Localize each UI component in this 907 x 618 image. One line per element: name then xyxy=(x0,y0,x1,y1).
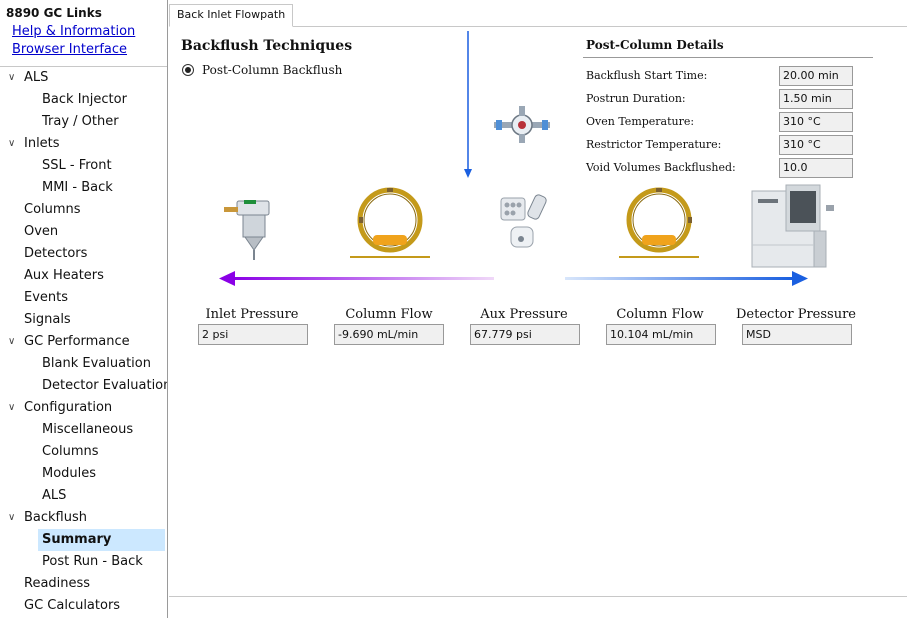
aux-module-icon xyxy=(500,194,547,248)
column-flow-field-1[interactable]: -9.690 mL/min xyxy=(334,324,444,345)
valve-icon xyxy=(494,106,550,143)
flowpath-diagram xyxy=(219,31,834,286)
tab-bar: Back Inlet Flowpath xyxy=(169,0,907,27)
sidebar-item-columns[interactable]: Columns xyxy=(0,199,167,221)
column-flow-field-2[interactable]: 10.104 mL/min xyxy=(606,324,716,345)
column-flow-label: Column Flow xyxy=(616,307,704,322)
sidebar-item-tray-other[interactable]: Tray / Other xyxy=(0,111,167,133)
help-information-link[interactable]: Help & Information xyxy=(12,23,161,41)
chevron-down-icon[interactable]: ∨ xyxy=(8,67,15,89)
sidebar-item-signals[interactable]: Signals xyxy=(0,309,167,331)
detector-pressure-field[interactable]: MSD xyxy=(742,324,852,345)
sidebar-item-configuration[interactable]: ∨ Configuration xyxy=(0,397,167,419)
sidebar-item-detector-evaluation[interactable]: Detector Evaluation xyxy=(0,375,167,397)
flowpath-content: Backflush Techniques Post-Column Backflu… xyxy=(169,27,907,597)
nav-tree: ∨ ALS Back Injector Tray / Other ∨ Inlets … xyxy=(0,67,167,617)
sidebar-item-miscellaneous[interactable]: Miscellaneous xyxy=(0,419,167,441)
sidebar-item-als[interactable]: ∨ ALS xyxy=(0,67,167,89)
right-flow-arrow-icon xyxy=(565,271,808,286)
inlet-pressure-label: Inlet Pressure xyxy=(205,307,299,322)
left-flow-arrow-icon xyxy=(219,271,494,286)
sidebar-item-detectors[interactable]: Detectors xyxy=(0,243,167,265)
sidebar-title: 8890 GC Links xyxy=(6,6,102,20)
column-icon xyxy=(350,187,430,258)
chevron-down-icon[interactable]: ∨ xyxy=(8,133,15,155)
aux-pressure-label: Aux Pressure xyxy=(480,307,568,322)
sidebar: 8890 GC Links Help & Information Browser… xyxy=(0,0,168,618)
sidebar-item-config-als[interactable]: ALS xyxy=(0,485,167,507)
down-arrow-icon xyxy=(464,31,472,178)
chevron-down-icon[interactable]: ∨ xyxy=(8,397,15,419)
main-panel: Back Inlet Flowpath Backflush Techniques… xyxy=(169,0,907,618)
inlet-pressure-field[interactable]: 2 psi xyxy=(198,324,308,345)
sidebar-item-oven[interactable]: Oven xyxy=(0,221,167,243)
chevron-down-icon[interactable]: ∨ xyxy=(8,331,15,353)
sidebar-item-back-injector[interactable]: Back Injector xyxy=(0,89,167,111)
sidebar-item-summary[interactable]: Summary xyxy=(0,529,167,551)
sidebar-item-gc-calculators[interactable]: GC Calculators xyxy=(0,595,167,617)
sidebar-item-post-run-back[interactable]: Post Run - Back xyxy=(0,551,167,573)
sidebar-item-gc-performance[interactable]: ∨ GC Performance xyxy=(0,331,167,353)
tab-back-inlet-flowpath[interactable]: Back Inlet Flowpath xyxy=(169,4,294,27)
sidebar-item-mmi-back[interactable]: MMI - Back xyxy=(0,177,167,199)
sidebar-item-readiness[interactable]: Readiness xyxy=(0,573,167,595)
inlet-icon xyxy=(224,200,270,260)
detector-pressure-label: Detector Pressure xyxy=(736,307,856,322)
sidebar-item-backflush[interactable]: ∨ Backflush xyxy=(0,507,167,529)
sidebar-item-config-columns[interactable]: Columns xyxy=(0,441,167,463)
aux-pressure-field[interactable]: 67.779 psi xyxy=(470,324,580,345)
sidebar-item-inlets[interactable]: ∨ Inlets xyxy=(0,133,167,155)
sidebar-item-modules[interactable]: Modules xyxy=(0,463,167,485)
sidebar-item-ssl-front[interactable]: SSL - Front xyxy=(0,155,167,177)
browser-interface-link[interactable]: Browser Interface xyxy=(12,41,161,59)
sidebar-item-events[interactable]: Events xyxy=(0,287,167,309)
msd-detector-icon xyxy=(751,184,834,268)
chevron-down-icon[interactable]: ∨ xyxy=(8,507,15,529)
sidebar-header: 8890 GC Links Help & Information Browser… xyxy=(0,0,167,67)
column-icon xyxy=(619,187,699,258)
sidebar-item-blank-evaluation[interactable]: Blank Evaluation xyxy=(0,353,167,375)
sidebar-item-aux-heaters[interactable]: Aux Heaters xyxy=(0,265,167,287)
column-flow-label: Column Flow xyxy=(345,307,433,322)
